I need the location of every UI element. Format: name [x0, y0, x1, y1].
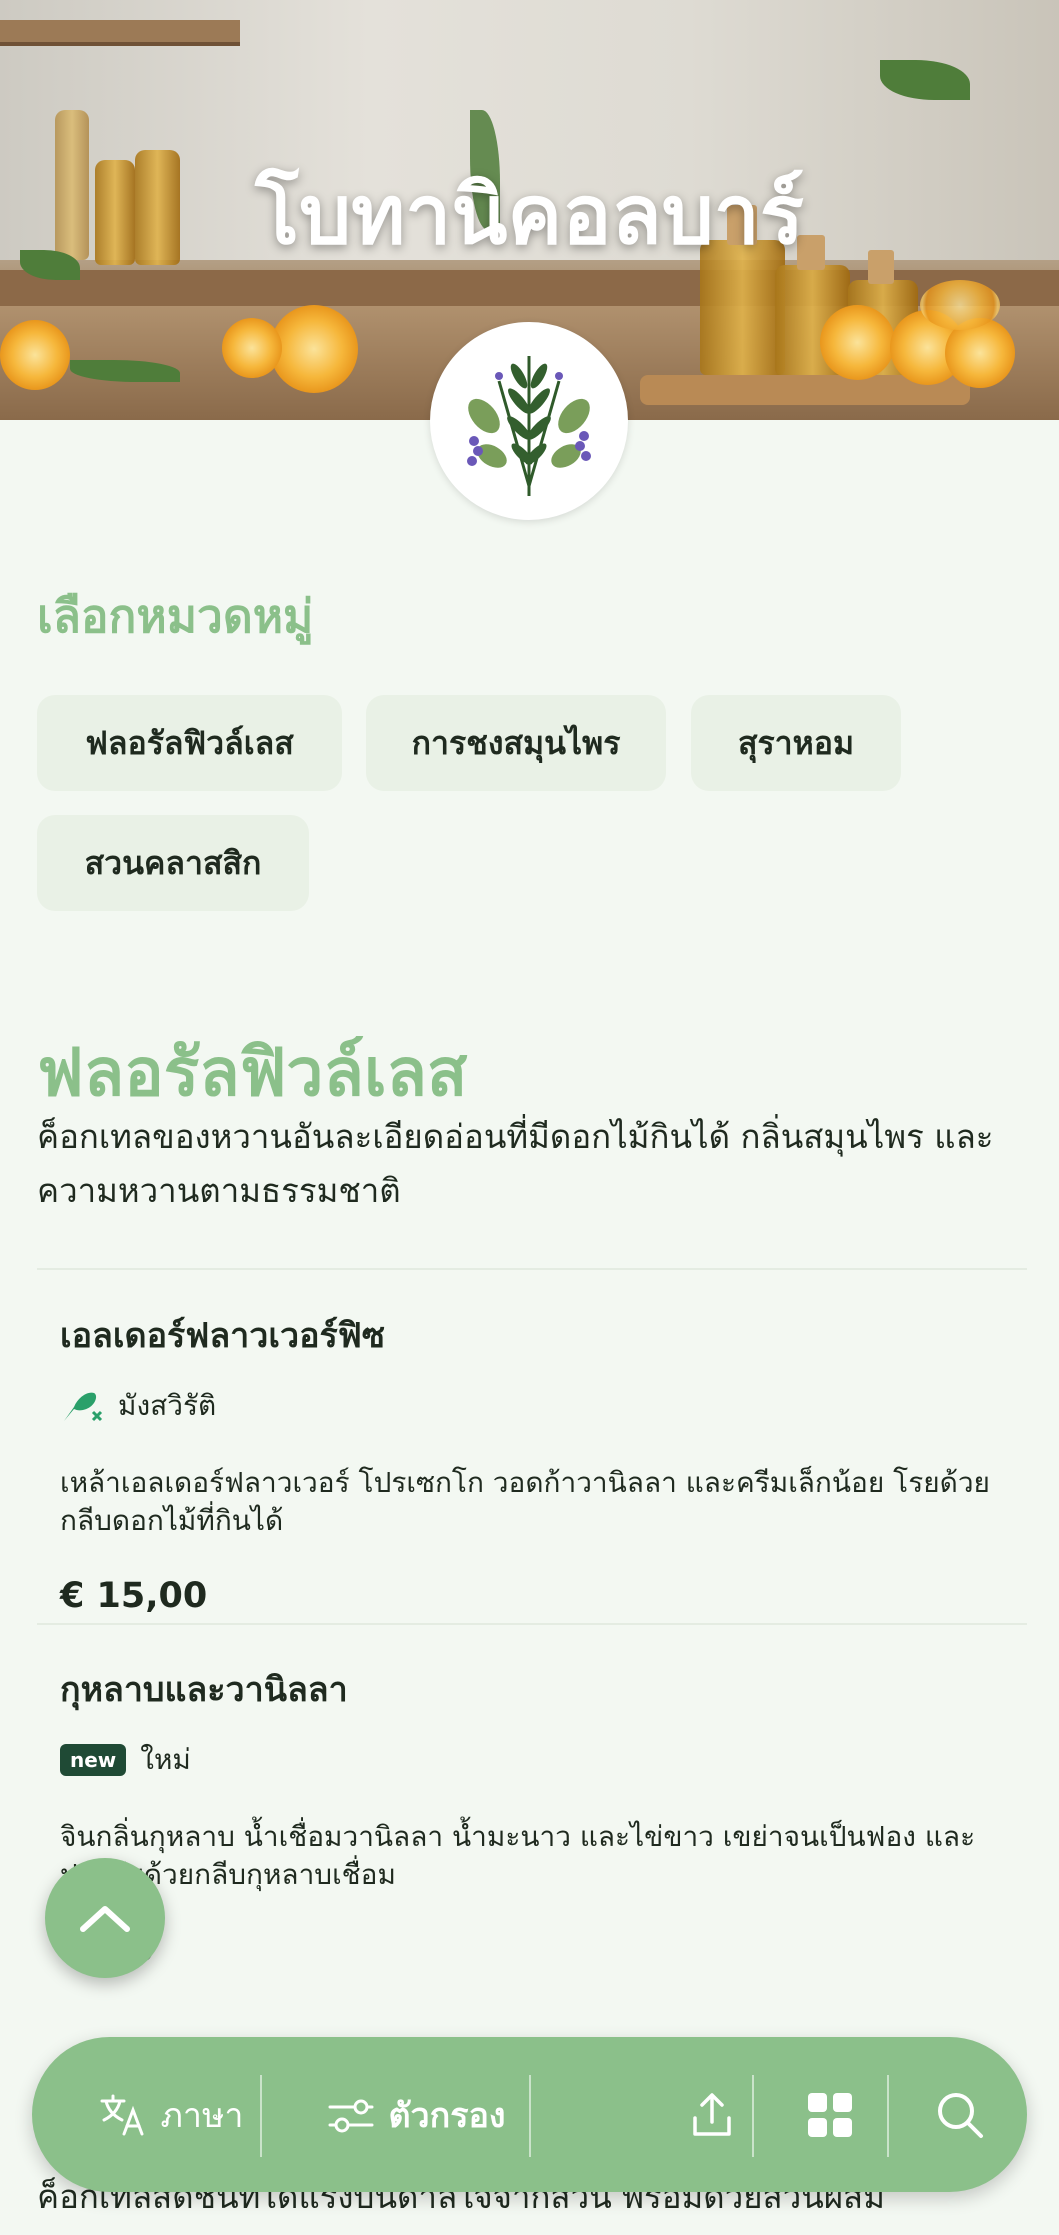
orange-slice [270, 305, 358, 393]
menu-item-price: € 15,00 [60, 1576, 208, 1616]
menu-item-tag-label: มังสวิรัติ [118, 1389, 217, 1422]
orange-slice [820, 305, 895, 380]
grid-icon [807, 2092, 852, 2137]
share-icon [693, 2092, 731, 2136]
orange-slice [222, 318, 282, 378]
divider [37, 1268, 1027, 1270]
scroll-top-button[interactable] [45, 1858, 165, 1978]
menu-item-name: เอลเดอร์ฟลาวเวอร์ฟิซ [60, 1316, 385, 1356]
vegan-icon [60, 1387, 104, 1425]
filter-label: ตัวกรอง [388, 2095, 506, 2136]
brand-logo [430, 322, 628, 520]
category-chip-garden[interactable]: สวนคลาสสิก [37, 815, 309, 911]
orange-slice [0, 320, 70, 390]
navbar-separator [529, 2075, 531, 2157]
menu-item[interactable]: เอลเดอร์ฟลาวเวอร์ฟิซ มังสวิรัติ เหล้าเอล… [60, 1308, 1010, 1616]
navbar-separator [887, 2075, 889, 2157]
filter-button[interactable]: ตัวกรอง [282, 2037, 552, 2192]
menu-item-tag: new ใหม่ [60, 1738, 1010, 1782]
menu-item-name: กุหลาบและวานิลลา [60, 1670, 348, 1710]
language-label: ภาษา [160, 2095, 244, 2136]
divider [37, 1623, 1027, 1625]
search-icon [937, 2092, 983, 2138]
category-chip-herbal[interactable]: การชงสมุนไพร [366, 695, 666, 791]
menu-item-tag: มังสวิรัติ [60, 1384, 1010, 1428]
category-chip-spirits[interactable]: สุราหอม [691, 695, 901, 791]
translate-icon [100, 2094, 144, 2135]
search-button[interactable] [902, 2037, 1017, 2192]
menu-item-description: เหล้าเอลเดอร์ฟลาวเวอร์ โปรเซกโก วอดก้าวา… [60, 1466, 990, 1537]
category-chip-floral[interactable]: ฟลอรัลฟิวล์เลส [37, 695, 342, 791]
navbar-separator [752, 2075, 754, 2157]
menu-item-tag-label: ใหม่ [140, 1743, 191, 1776]
hero-shelf [0, 20, 240, 46]
filter-icon [328, 2099, 374, 2132]
bottom-navbar: ภาษา ตัวกรอง [32, 2037, 1027, 2192]
category-picker-heading: เลือกหมวดหมู่ [37, 589, 314, 643]
new-badge: new [60, 1744, 127, 1776]
orange-slice [920, 280, 1000, 330]
categories-button[interactable] [767, 2037, 892, 2192]
menu-item[interactable]: กุหลาบและวานิลลา new ใหม่ จินกลิ่นกุหลาบ… [60, 1662, 1010, 1970]
hero-title: โบทานิคอลบาร์ [255, 168, 804, 263]
chevron-up-icon [80, 1906, 130, 1932]
herb-bouquet-icon [467, 356, 591, 496]
navbar-separator [260, 2075, 262, 2157]
menu-item-description: จินกลิ่นกุหลาบ น้ำเชื่อมวานิลลา น้ำมะนาว… [60, 1820, 976, 1891]
menu-item-price: 0 [60, 1930, 1010, 1970]
language-button[interactable]: ภาษา [72, 2037, 272, 2192]
category-description: ค็อกเทลของหวานอันละเอียดอ่อนที่มีดอกไม้ก… [37, 1117, 994, 1210]
